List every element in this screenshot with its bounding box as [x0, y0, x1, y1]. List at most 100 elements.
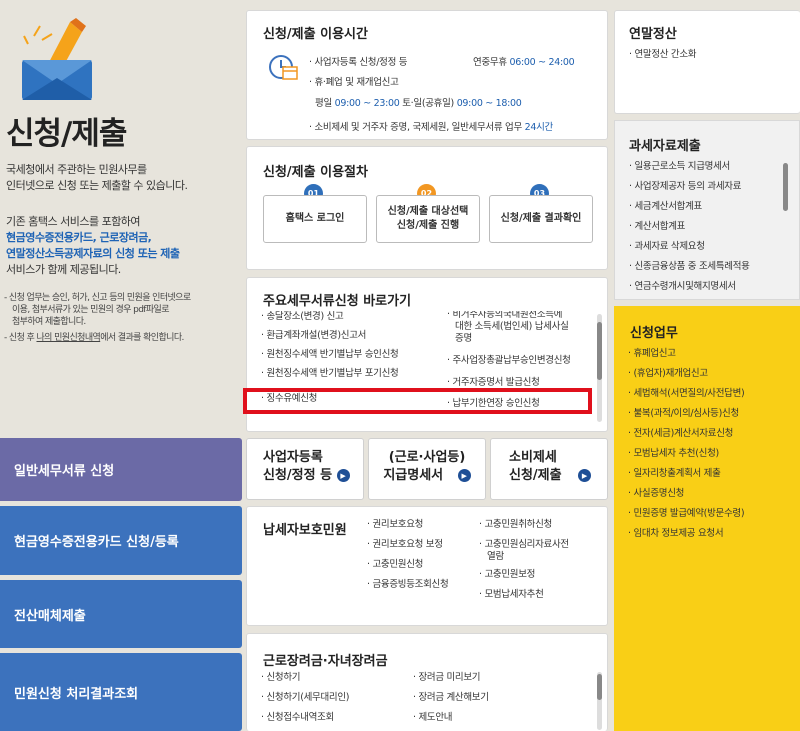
list-item[interactable]: · 세금계산서합계표 [629, 197, 750, 217]
general-tax-doc-button[interactable]: 일반세무서류 신청 [0, 438, 242, 501]
clock-calendar-icon [269, 55, 298, 80]
protection-col-2: · 고충민원취하신청 · 고충민원심리자료사전 열람 · 고충민원보정 · 모범… [479, 515, 569, 605]
highlight-box [243, 388, 592, 414]
list-item[interactable]: · 신종금융상품 중 조세특례적용 [629, 257, 750, 277]
hours-panel: 신청/제출 이용시간 · 사업자등록 신청/정정 등 연중무휴 06:00 ~ … [246, 10, 608, 140]
my-requests-link[interactable]: 나의 민원신청내역 [36, 333, 100, 343]
list-item: 열람 [487, 551, 504, 562]
list-item[interactable]: · 고충민원취하신청 [479, 515, 569, 535]
hours-day: 연중무휴 [473, 57, 507, 68]
scroll-thumb[interactable] [597, 322, 602, 380]
taxdata-list: · 일용근로소득 지급명세서 · 사업장제공자 등의 과세자료 · 세금계산서합… [629, 157, 750, 297]
list-item[interactable]: · 사실증명신청 [628, 484, 744, 504]
list-item[interactable]: · 원천징수세액 반기별납부 승인신청 [261, 345, 399, 364]
apply-panel: 신청업무 · 휴폐업신고 · (휴업자)재개업신고 · 세법해석(서면질의/사전… [614, 306, 800, 731]
quick-label: 신청/제출 [509, 468, 562, 483]
cash-receipt-card-button[interactable]: 현금영수증전용카드 신청/등록 [0, 506, 242, 575]
scroll-thumb[interactable] [597, 674, 602, 700]
hours-row-4: · 소비제세 및 거주자 증명, 국제세원, 일반세무서류 업무 24시간 [309, 119, 553, 133]
list-item[interactable]: · 장려금 계산해보기 [413, 688, 489, 708]
quick-payment-statement[interactable]: (근로·사업등) 지급명세서 ▶ [368, 438, 486, 500]
apply-title: 신청업무 [630, 326, 678, 341]
list-item[interactable]: · 불복(과적/이의/심사등)신청 [628, 404, 744, 424]
list-item: 증명 [455, 333, 472, 344]
media-submission-button[interactable]: 전산매체제출 [0, 580, 242, 648]
result-inquiry-button[interactable]: 민원신청 처리결과조회 [0, 653, 242, 731]
list-item[interactable]: · 휴폐업신고 [628, 344, 744, 364]
encourage-panel: 근로장려금·자녀장려금 · 신청하기 · 신청하기(세무대리인) · 신청접수내… [246, 633, 608, 731]
hours-time: 06:00 ~ 24:00 [509, 57, 575, 68]
encourage-col-2: · 장려금 미리보기 · 장려금 계산해보기 · 제도안내 [413, 668, 489, 728]
list-item[interactable]: · 권리보호요청 [367, 515, 448, 535]
quick-consumption-tax[interactable]: 소비제세 신청/제출 ▶ [490, 438, 608, 500]
list-item[interactable]: · (휴업자)재개업신고 [628, 364, 744, 384]
hours-time: 09:00 ~ 18:00 [456, 98, 522, 109]
quick-label: 신청/정정 등 [263, 468, 333, 483]
encourage-scrollbar[interactable] [597, 672, 602, 730]
list-item[interactable]: · 장려금 미리보기 [413, 668, 489, 688]
note-line: - 신청 후 [4, 333, 37, 343]
list-item[interactable]: · 고충민원보정 [479, 565, 569, 585]
hours-label: · 소비제세 및 거주자 증명, 국제세원, 일반세무서류 업무 [309, 122, 522, 133]
list-item[interactable]: · 사업장제공자 등의 과세자료 [629, 177, 750, 197]
list-item[interactable]: · 과세자료 삭제요청 [629, 237, 750, 257]
taxdata-panel: 과세자료제출 · 일용근로소득 지급명세서 · 사업장제공자 등의 과세자료 ·… [614, 120, 800, 300]
quick-label: (근로·사업등) [388, 450, 466, 465]
scroll-thumb[interactable] [783, 163, 788, 211]
list-item[interactable]: · 신청접수내역조회 [261, 708, 349, 728]
desc-highlight: 연말정산소득공제자료의 신청 또는 제출 [6, 247, 180, 260]
protection-panel: 납세자보호민원 · 권리보호요청 · 권리보호요청 보정 · 고충민원신청 · … [246, 506, 608, 626]
apply-list: · 휴폐업신고 · (휴업자)재개업신고 · 세법해석(서면질의/사전답변) ·… [628, 344, 745, 544]
list-item[interactable]: · 제도안내 [413, 708, 489, 728]
list-item[interactable]: · 주사업장총괄납부승인변경신청 [447, 355, 571, 367]
desc-line: 국세청에서 주관하는 민원사무를 [6, 163, 147, 176]
desc-highlight: 현금영수증전용카드, 근로장려금, [6, 231, 152, 244]
list-item[interactable]: · 계산서합계표 [629, 217, 750, 237]
taxdata-title: 과세자료제출 [629, 139, 701, 154]
step-select: 신청/제출 대상선택 신청/제출 진행 [376, 195, 480, 243]
list-item[interactable]: · 임대차 정보제공 요청서 [628, 524, 744, 544]
hours-time: 09:00 ~ 23:00 [334, 98, 400, 109]
hours-row-3: 평일 09:00 ~ 23:00 토·일(공휴일) 09:00 ~ 18:00 [315, 95, 522, 109]
left-panel: 신청/제출 국세청에서 주관하는 민원사무를 인터넷으로 신청 또는 제출할 수… [0, 0, 242, 731]
desc-line: 인터넷으로 신청 또는 제출할 수 있습니다. [6, 179, 188, 192]
list-item[interactable]: · 전자(세금)계산서자료신청 [628, 424, 744, 444]
list-item[interactable]: · 신청하기 [261, 668, 349, 688]
list-item[interactable]: · 모범납세자 추천(신청) [628, 444, 744, 464]
list-item[interactable]: · 연금수령개시및해지명세서 [629, 277, 750, 297]
page-desc-2: 기존 홈택스 서비스를 포함하여 현금영수증전용카드, 근로장려금, 연말정산소… [6, 214, 180, 278]
list-item[interactable]: · 고충민원신청 [367, 555, 448, 575]
desc-line: 기존 홈택스 서비스를 포함하여 [6, 215, 141, 228]
arrow-right-icon: ▶ [457, 469, 471, 482]
protection-title: 납세자보호민원 [263, 523, 347, 538]
list-item[interactable]: · 모범납세자추천 [479, 585, 569, 605]
step-label: 신청/제출 대상선택 [387, 206, 469, 217]
yearend-item[interactable]: · 연말정산 간소화 [629, 45, 697, 65]
hours-day: 토·일(공휴일) [402, 98, 454, 109]
quick-business-registration[interactable]: 사업자등록 신청/정정 등 ▶ [246, 438, 364, 500]
list-item[interactable]: · 세법해석(서면질의/사전답변) [628, 384, 745, 404]
list-item[interactable]: · 일용근로소득 지급명세서 [629, 157, 750, 177]
quick-label: 사업자등록 [263, 450, 323, 465]
list-item: 대한 소득세(법인세) 납세사실 [455, 321, 569, 332]
taxdata-scrollbar[interactable] [783, 163, 788, 283]
notes: - 신청 업무는 승인, 허가, 신고 등의 민원을 인터넷으로 이용, 첨부서… [4, 292, 238, 344]
encourage-col-1: · 신청하기 · 신청하기(세무대리인) · 신청접수내역조회 [261, 668, 350, 728]
shortcuts-scrollbar[interactable] [597, 314, 602, 422]
quick-label: 소비제세 [509, 450, 557, 465]
hours-label: · 사업자등록 신청/정정 등 [309, 57, 408, 68]
list-item[interactable]: · 권리보호요청 보정 [367, 535, 448, 555]
list-item[interactable]: · 환급계좌개설(변경)신고서 [261, 326, 398, 345]
hours-row-1-time: 연중무휴 06:00 ~ 24:00 [473, 54, 575, 68]
list-item[interactable]: · 금융증빙등조회신청 [367, 575, 449, 595]
list-item[interactable]: · 일자리창출계획서 제출 [628, 464, 744, 484]
list-item[interactable]: · 비거주자등의국내원천소득에 [447, 311, 571, 321]
list-item[interactable]: · 고충민원심리자료사전 [479, 539, 569, 551]
list-item[interactable]: · 민원증명 발급예약(방문수령) [628, 504, 745, 524]
list-item[interactable]: · 송달장소(변경) 신고 [261, 311, 398, 326]
note-line: 첨부하여 제출합니다. [12, 317, 86, 327]
page-desc: 국세청에서 주관하는 민원사무를 인터넷으로 신청 또는 제출할 수 있습니다. [6, 162, 188, 194]
list-item[interactable]: · 원천징수세액 반기별납부 포기신청 [261, 364, 399, 383]
list-item[interactable]: · 신청하기(세무대리인) [261, 688, 350, 708]
yearend-panel: 연말정산 · 연말정산 간소화 [614, 10, 800, 114]
